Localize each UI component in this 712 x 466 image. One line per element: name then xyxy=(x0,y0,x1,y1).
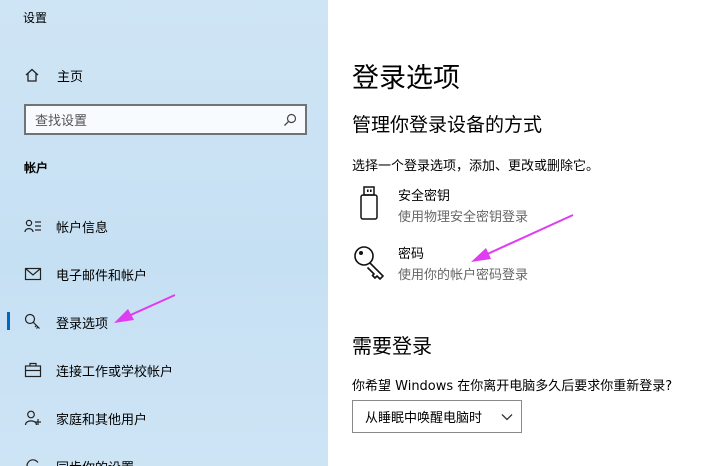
page-title: 登录选项 xyxy=(352,63,460,94)
app-title: 设置 xyxy=(23,11,48,25)
require-signin-dropdown[interactable]: 从睡眠中唤醒电脑时 xyxy=(352,400,522,433)
search-icon xyxy=(284,113,297,126)
sidebar-item-label: 家庭和其他用户 xyxy=(56,413,148,428)
option-password[interactable]: 密码 使用你的帐户密码登录 xyxy=(352,243,692,283)
sidebar-item-label: 连接工作或学校帐户 xyxy=(56,365,174,380)
page-description: 选择一个登录选项，添加、更改或删除它。 xyxy=(352,159,600,174)
dropdown-value: 从睡眠中唤醒电脑时 xyxy=(365,411,483,426)
sidebar-item-sync-settings[interactable]: 同步你的设置 xyxy=(0,450,328,466)
key-icon xyxy=(24,313,40,329)
sidebar-item-label: 电子邮件和帐户 xyxy=(56,269,148,284)
main-content: 登录选项 管理你登录设备的方式 选择一个登录选项，添加、更改或删除它。 安全密钥… xyxy=(328,0,712,466)
option-security-key[interactable]: 安全密钥 使用物理安全密钥登录 xyxy=(352,185,692,225)
search-placeholder: 查找设置 xyxy=(35,114,88,129)
key-icon xyxy=(354,246,384,280)
section-label-accounts: 帐户 xyxy=(24,161,49,175)
sidebar-item-work-school[interactable]: 连接工作或学校帐户 xyxy=(0,354,328,386)
require-signin-question: 你希望 Windows 在你离开电脑多久后要求你重新登录? xyxy=(352,379,673,394)
sidebar-item-account-info[interactable]: 帐户信息 xyxy=(0,210,328,242)
sidebar-item-label: 帐户信息 xyxy=(56,221,109,236)
search-input[interactable]: 查找设置 xyxy=(24,104,307,135)
sidebar-item-sign-in-options[interactable]: 登录选项 xyxy=(0,306,328,338)
chevron-down-icon xyxy=(501,413,513,420)
sidebar-item-email-accounts[interactable]: 电子邮件和帐户 xyxy=(0,258,328,290)
option-title: 密码 xyxy=(398,247,425,262)
mail-icon xyxy=(24,267,42,281)
usb-key-icon xyxy=(360,186,378,220)
briefcase-icon xyxy=(24,362,42,378)
home-icon xyxy=(25,68,39,82)
sync-icon xyxy=(26,459,40,466)
option-description: 使用物理安全密钥登录 xyxy=(398,210,529,225)
sidebar-item-family-users[interactable]: 家庭和其他用户 xyxy=(0,402,328,434)
sidebar-item-label: 登录选项 xyxy=(56,317,109,332)
home-label: 主页 xyxy=(57,69,84,85)
option-title: 安全密钥 xyxy=(398,189,451,204)
option-description: 使用你的帐户密码登录 xyxy=(398,268,529,283)
require-signin-heading: 需要登录 xyxy=(352,334,432,358)
page-subtitle: 管理你登录设备的方式 xyxy=(352,114,543,136)
person-add-icon xyxy=(24,410,41,426)
sidebar-item-label: 同步你的设置 xyxy=(56,457,134,466)
person-list-icon xyxy=(24,219,41,233)
sidebar: 设置 主页 查找设置 帐户 帐户信息 电子邮件和帐户 登录选项 连接工作或学校帐… xyxy=(0,0,328,466)
home-nav[interactable]: 主页 xyxy=(24,66,84,85)
